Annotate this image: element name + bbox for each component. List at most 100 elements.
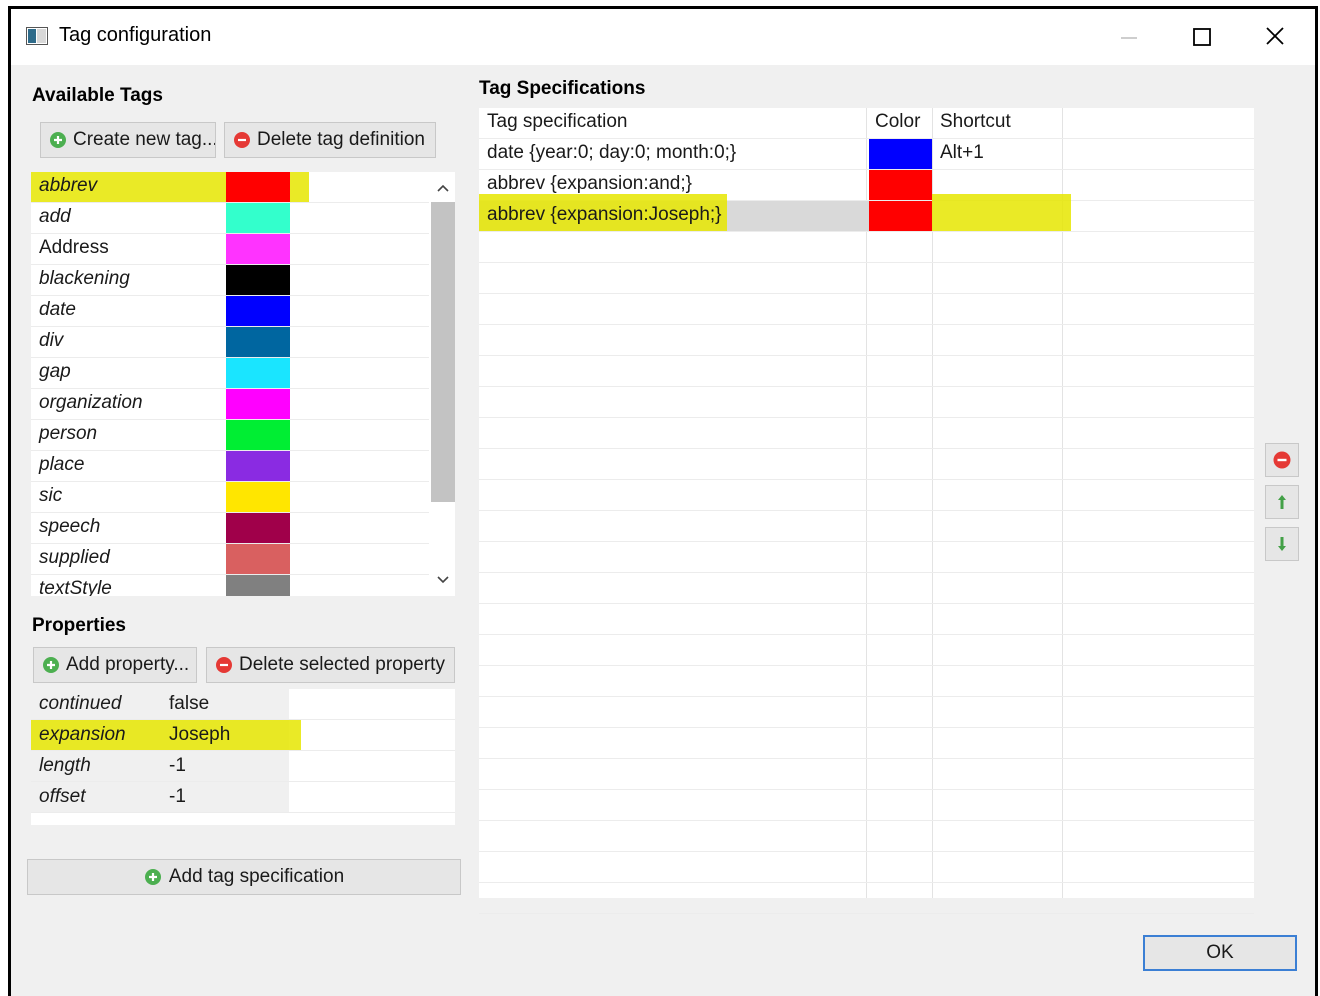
tag-list-item[interactable]: sic (31, 482, 429, 513)
property-row[interactable]: expansion Joseph (31, 720, 455, 751)
property-row[interactable]: continued false (31, 689, 455, 720)
tag-list-item[interactable]: speech (31, 513, 429, 544)
title-bar: Tag configuration (11, 9, 1315, 65)
chevron-down-icon[interactable] (433, 572, 453, 588)
available-tags-list[interactable]: abbrev add Address blackening date div gap orga… (31, 172, 455, 596)
ok-label: OK (1206, 942, 1234, 963)
highlight-marker (932, 194, 1071, 231)
empty-row (479, 356, 1254, 387)
tag-name: speech (39, 516, 101, 537)
empty-row (479, 852, 1254, 883)
maximize-icon[interactable] (1183, 21, 1219, 53)
spec-text: abbrev {expansion:Joseph;} (487, 204, 722, 225)
property-row[interactable]: length -1 (31, 751, 455, 782)
add-tag-specification-label: Add tag specification (168, 866, 345, 887)
tag-color-swatch (226, 327, 290, 357)
spec-row[interactable]: date {year:0; day:0; month:0;} Alt+1 (479, 139, 1254, 170)
move-down-button[interactable] (1265, 527, 1299, 561)
tag-specifications-heading: Tag Specifications (479, 78, 646, 99)
arrow-up-icon (1278, 495, 1286, 509)
tag-color-swatch (226, 203, 290, 233)
tag-list-item[interactable]: place (31, 451, 429, 482)
tag-color-swatch (226, 234, 290, 264)
column-header-shortcut[interactable]: Shortcut (940, 111, 1011, 133)
add-tag-specification-button[interactable]: Add tag specification (27, 859, 461, 895)
property-key: offset (39, 786, 86, 807)
tag-list-item[interactable]: supplied (31, 544, 429, 575)
ok-button[interactable]: OK (1143, 935, 1297, 971)
create-new-tag-button[interactable]: Create new tag... (40, 122, 216, 158)
window-title: Tag configuration (59, 24, 212, 46)
empty-row (479, 294, 1254, 325)
spec-color-swatch[interactable] (869, 170, 932, 200)
tag-color-swatch (226, 544, 290, 574)
tag-name: add (39, 206, 71, 227)
spec-row[interactable]: abbrev {expansion:Joseph;} (479, 194, 1254, 232)
move-up-button[interactable] (1265, 485, 1299, 519)
spec-color-swatch[interactable] (869, 201, 932, 231)
add-icon (43, 657, 59, 673)
remove-icon (216, 657, 232, 673)
empty-row (479, 790, 1254, 821)
close-icon[interactable] (1257, 21, 1293, 53)
tag-list-item[interactable]: date (31, 296, 429, 327)
empty-row (479, 325, 1254, 356)
property-value[interactable]: false (169, 693, 209, 715)
tag-list-item[interactable]: add (31, 203, 429, 234)
tag-list-item[interactable]: abbrev (31, 172, 429, 203)
delete-selected-property-button[interactable]: Delete selected property (206, 647, 455, 683)
delete-selected-property-label: Delete selected property (239, 654, 445, 675)
tag-name: person (39, 423, 98, 444)
tag-list-item[interactable]: div (31, 327, 429, 358)
tag-list-scroll-thumb[interactable] (431, 202, 455, 502)
tag-name: abbrev (39, 175, 98, 196)
remove-spec-button[interactable] (1265, 443, 1299, 477)
empty-row (479, 449, 1254, 480)
empty-row (479, 263, 1254, 294)
empty-row (479, 418, 1254, 449)
empty-row (479, 759, 1254, 790)
tag-name: date (39, 299, 76, 320)
property-key: continued (39, 693, 122, 714)
empty-row (479, 604, 1254, 635)
spec-text: date {year:0; day:0; month:0;} (487, 142, 737, 163)
tag-color-swatch (226, 296, 290, 326)
chevron-up-icon[interactable] (433, 180, 453, 196)
tag-name: place (39, 454, 85, 475)
properties-heading: Properties (32, 615, 126, 636)
add-property-button[interactable]: Add property... (33, 647, 197, 683)
tag-name: supplied (39, 547, 110, 568)
property-value[interactable]: -1 (169, 755, 186, 777)
create-new-tag-label: Create new tag... (73, 129, 216, 150)
spec-shortcut[interactable]: Alt+1 (940, 142, 984, 164)
spec-text: abbrev {expansion:and;} (487, 173, 692, 194)
tag-color-swatch (226, 265, 290, 295)
tag-name: blackening (39, 268, 130, 289)
column-header-color[interactable]: Color (875, 111, 920, 133)
empty-row (479, 387, 1254, 418)
delete-tag-definition-button[interactable]: Delete tag definition (224, 122, 436, 158)
tag-name: organization (39, 392, 143, 413)
tag-list-item[interactable]: gap (31, 358, 429, 389)
empty-row (479, 728, 1254, 759)
tag-list-item[interactable]: person (31, 420, 429, 451)
add-icon (144, 869, 161, 885)
tag-list-item[interactable]: organization (31, 389, 429, 420)
empty-row (479, 635, 1254, 666)
tag-list-item[interactable]: Address (31, 234, 429, 265)
tag-list-item[interactable]: textStyle (31, 575, 429, 596)
tag-list-item[interactable]: blackening (31, 265, 429, 296)
tag-specifications-table[interactable]: Tag specification Color Shortcut date {y… (479, 108, 1254, 914)
property-value[interactable]: Joseph (169, 724, 230, 746)
empty-row (479, 511, 1254, 542)
spec-color-swatch[interactable] (869, 139, 932, 169)
tag-color-swatch (226, 172, 290, 202)
empty-row (479, 666, 1254, 697)
property-row[interactable]: offset -1 (31, 782, 455, 813)
property-value[interactable]: -1 (169, 786, 186, 808)
minimize-icon[interactable] (1111, 21, 1147, 53)
properties-table[interactable]: continued false expansion Joseph length -1 off… (31, 689, 455, 825)
tag-color-swatch (226, 513, 290, 543)
tag-color-swatch (226, 575, 290, 596)
column-header-spec[interactable]: Tag specification (487, 111, 627, 133)
